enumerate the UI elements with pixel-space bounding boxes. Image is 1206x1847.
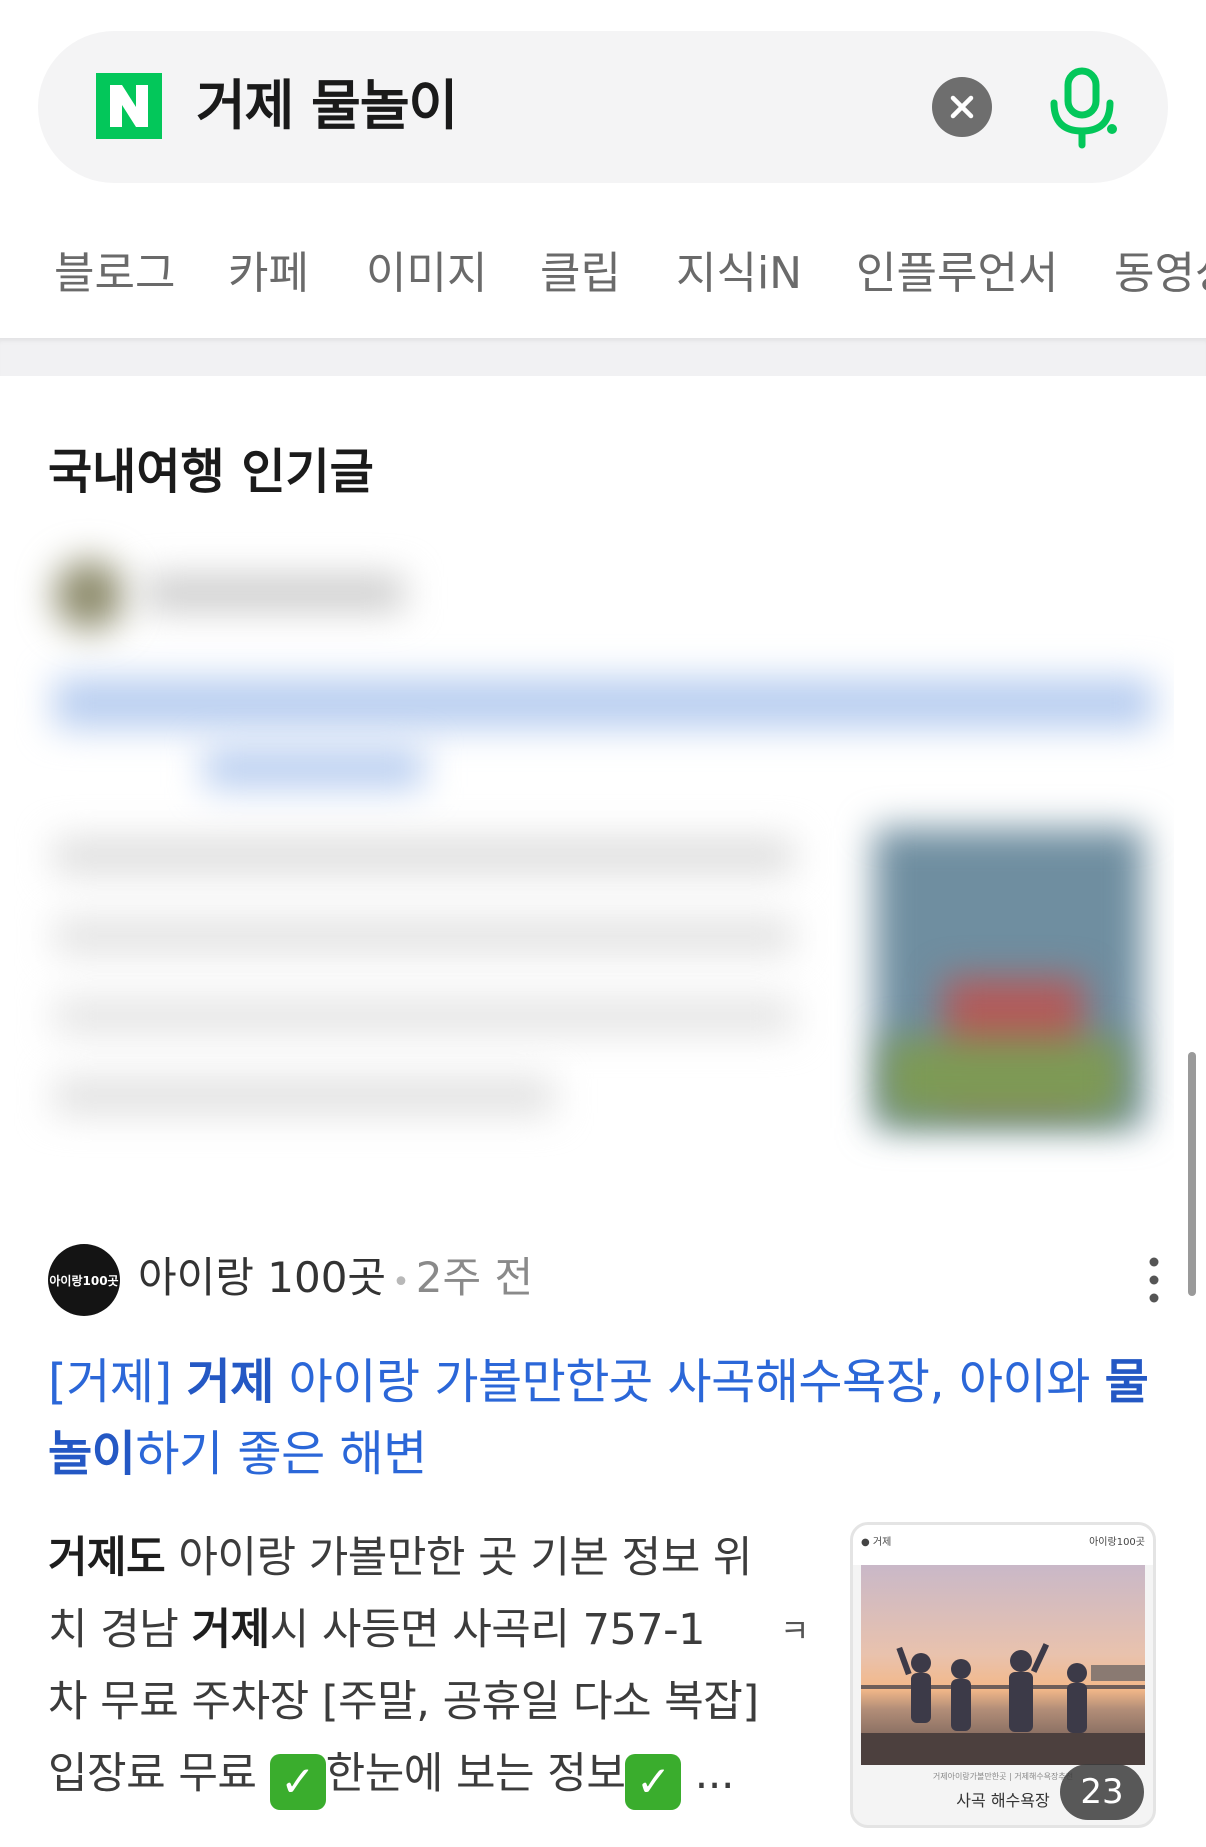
image-count-badge: 23 (1060, 1764, 1144, 1820)
post-title-part: 아이랑 가볼만한곳 사곡해수욕장, 아이와 (273, 1354, 1105, 1410)
snippet-text: 시 사등면 사곡리 757-1 (269, 1605, 706, 1655)
section-title: 국내여행 인기글 (48, 444, 374, 500)
snippet-line: 치 경남 거제시 사등면 사곡리 757-1 (48, 1594, 788, 1666)
thumbnail-header: ● 거제 아이랑100곳 (853, 1525, 1153, 1565)
check-mark-icon: ✓ (269, 1754, 326, 1810)
post-title-part: [거제] (48, 1354, 187, 1410)
author-avatar[interactable]: 아이랑100곳 (48, 1244, 120, 1316)
close-icon (950, 95, 974, 119)
post-title-keyword: 거제 (186, 1354, 275, 1410)
snippet-ellipsis: ... (681, 1749, 735, 1799)
search-bar[interactable]: 거제 물놀이 (38, 31, 1168, 183)
post-title-part: 하기 좋은 해변 (135, 1426, 427, 1482)
snippet-keyword: 거제도 (48, 1533, 166, 1583)
thumbnail-header-right: 아이랑100곳 (1089, 1537, 1145, 1548)
check-mark-icon: ✓ (625, 1754, 682, 1810)
search-input[interactable]: 거제 물놀이 (196, 73, 458, 139)
blurred-post-card[interactable] (14, 518, 1174, 1198)
snippet-line: 입장료 무료 ✓ 한눈에 보는 정보 ✓ ... (48, 1738, 788, 1810)
tab-blog[interactable]: 블로그 (54, 246, 175, 302)
post-time: 2주 전 (415, 1253, 534, 1302)
more-options-icon[interactable] (1140, 1250, 1168, 1310)
snippet-text: 치 경남 (48, 1605, 192, 1655)
separator-dot: • (392, 1265, 410, 1300)
snippet-fragment: ㅋ (780, 1612, 810, 1650)
tab-video[interactable]: 동영상 (1114, 246, 1206, 302)
post-snippet[interactable]: 거제도 아이랑 가볼만한 곳 기본 정보 위 치 경남 거제시 사등면 사곡리 … (48, 1522, 788, 1810)
tab-image[interactable]: 이미지 (366, 246, 487, 302)
author-line: 아이랑 100곳 • 2주 전 (138, 1250, 533, 1311)
snippet-line: 거제도 아이랑 가볼만한 곳 기본 정보 위 (48, 1522, 788, 1594)
snippet-line: 차 무료 주차장 [주말, 공휴일 다소 복잡] (48, 1677, 759, 1727)
author-name[interactable]: 아이랑 100곳 (138, 1253, 386, 1302)
children-silhouette-icon (861, 1643, 1145, 1765)
snippet-text: 입장료 무료 (48, 1749, 270, 1799)
beach-photo (861, 1565, 1145, 1765)
snippet-keyword: 거제 (191, 1605, 271, 1655)
naver-logo-icon[interactable] (96, 73, 162, 139)
tab-cafe[interactable]: 카페 (228, 246, 309, 302)
search-tabs: 블로그 카페 이미지 클립 지식iN 인플루언서 동영상 (0, 216, 1206, 326)
scrollbar[interactable] (1188, 1052, 1196, 1296)
tab-clip[interactable]: 클립 (540, 246, 621, 302)
snippet-text: 한눈에 보는 정보 (325, 1749, 626, 1799)
microphone-icon[interactable] (1044, 65, 1120, 149)
section-divider (0, 338, 1206, 376)
tab-influencer[interactable]: 인플루언서 (856, 246, 1058, 302)
snippet-text: 아이랑 가볼만한 곳 기본 정보 위 (165, 1533, 752, 1583)
tab-knowledge-in[interactable]: 지식iN (676, 246, 802, 302)
clear-search-button[interactable] (932, 77, 992, 137)
thumbnail-header-left: ● 거제 (861, 1537, 892, 1548)
post-title-link[interactable]: [거제] 거제 아이랑 가볼만한곳 사곡해수욕장, 아이와 물놀이하기 좋은 해… (48, 1346, 1168, 1490)
